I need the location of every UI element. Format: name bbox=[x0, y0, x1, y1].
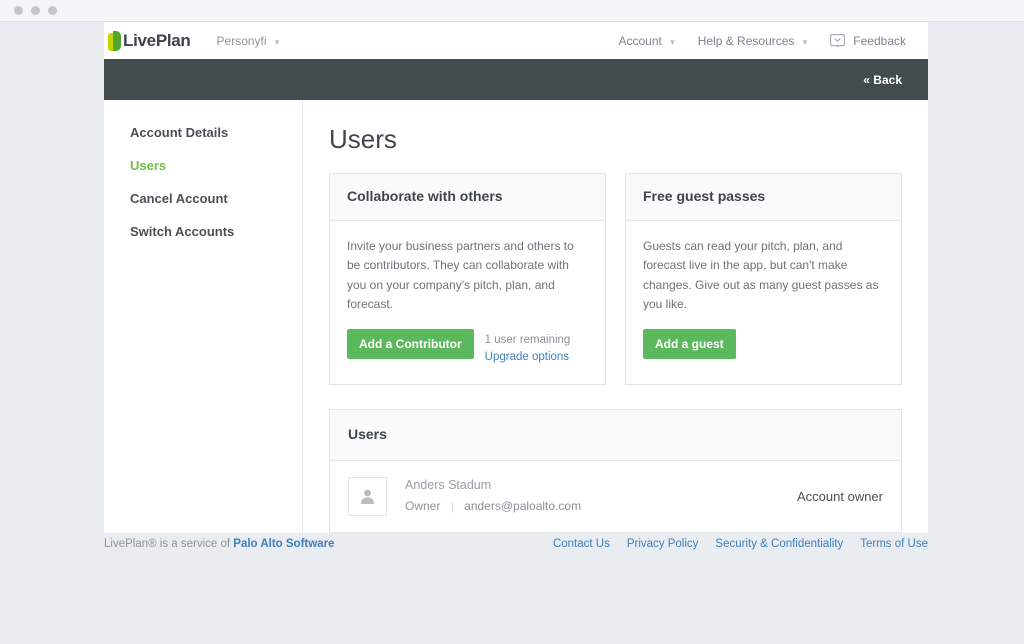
users-panel-title: Users bbox=[348, 426, 387, 443]
meta-separator: | bbox=[450, 499, 454, 514]
user-info: Anders Stadum Owner | anders@paloalto.co… bbox=[405, 478, 581, 515]
footer-company-link[interactable]: Palo Alto Software bbox=[233, 538, 334, 550]
app-container: LivePlan Personyfi ▾ Account ▾ Help & Re… bbox=[104, 22, 928, 534]
back-button[interactable]: « Back bbox=[863, 73, 902, 87]
app-body: Account Details Users Cancel Account Swi… bbox=[104, 100, 928, 534]
sidebar-item-account-details[interactable]: Account Details bbox=[130, 125, 302, 140]
sidebar-navigation: Account Details Users Cancel Account Swi… bbox=[104, 100, 303, 534]
users-panel: Users Anders Stadum Owner | anders@paloa… bbox=[329, 409, 902, 534]
account-switcher-label: Personyfi bbox=[216, 33, 267, 48]
seats-remaining-block: 1 user remaining Upgrade options bbox=[485, 329, 571, 367]
top-navigation-bar: LivePlan Personyfi ▾ Account ▾ Help & Re… bbox=[104, 22, 928, 59]
footer-attribution: LivePlan® is a service of Palo Alto Soft… bbox=[104, 538, 334, 550]
card-body: Invite your business partners and others… bbox=[330, 221, 605, 384]
account-switcher[interactable]: Personyfi ▾ bbox=[217, 34, 280, 48]
window-close-dot[interactable] bbox=[14, 6, 23, 15]
chevron-down-icon: ▾ bbox=[274, 36, 280, 47]
footer-link-contact-us[interactable]: Contact Us bbox=[553, 538, 610, 550]
liveplan-leaf-icon bbox=[108, 30, 121, 51]
upgrade-options-link[interactable]: Upgrade options bbox=[485, 349, 571, 366]
nav-item-account[interactable]: Account ▾ bbox=[618, 34, 674, 48]
card-header: Collaborate with others bbox=[330, 174, 605, 221]
top-navigation-links: Account ▾ Help & Resources ▾ Feedback bbox=[618, 34, 906, 48]
user-role-label: Owner bbox=[405, 499, 441, 514]
footer-attribution-prefix: LivePlan® is a service of bbox=[104, 538, 234, 550]
secondary-dark-bar: « Back bbox=[104, 59, 928, 100]
sidebar-item-users[interactable]: Users bbox=[130, 158, 302, 173]
brand-name: LivePlan bbox=[123, 30, 191, 50]
page-footer: LivePlan® is a service of Palo Alto Soft… bbox=[104, 522, 928, 566]
footer-link-privacy-policy[interactable]: Privacy Policy bbox=[627, 538, 699, 550]
footer-links: Contact Us Privacy Policy Security & Con… bbox=[553, 538, 928, 550]
nav-item-help-resources[interactable]: Help & Resources ▾ bbox=[698, 34, 808, 48]
sidebar-item-cancel-account[interactable]: Cancel Account bbox=[130, 191, 302, 206]
chevron-down-icon: ▾ bbox=[802, 36, 808, 47]
nav-item-feedback[interactable]: Feedback bbox=[830, 34, 906, 48]
card-description: Invite your business partners and others… bbox=[347, 239, 574, 312]
nav-item-help-resources-label: Help & Resources bbox=[697, 33, 795, 48]
status-badge: Account owner bbox=[797, 489, 883, 505]
card-actions: Add a guest bbox=[643, 328, 884, 359]
users-panel-header: Users bbox=[330, 410, 901, 462]
card-description: Guests can read your pitch, plan, and fo… bbox=[643, 239, 879, 312]
sidebar-item-switch-accounts[interactable]: Switch Accounts bbox=[130, 224, 302, 239]
window-maximize-dot[interactable] bbox=[48, 6, 57, 15]
brand-logo[interactable]: LivePlan bbox=[104, 30, 191, 51]
card-header: Free guest passes bbox=[626, 174, 901, 221]
nav-item-feedback-label: Feedback bbox=[853, 33, 906, 48]
footer-link-security-confidentiality[interactable]: Security & Confidentiality bbox=[715, 538, 843, 550]
card-free-guest-passes: Free guest passes Guests can read your p… bbox=[625, 173, 902, 386]
card-title: Free guest passes bbox=[643, 188, 766, 204]
window-titlebar bbox=[0, 0, 1024, 22]
nav-item-account-label: Account bbox=[618, 33, 662, 48]
users-remaining-text: 1 user remaining bbox=[484, 333, 571, 346]
add-contributor-button[interactable]: Add a Contributor bbox=[347, 328, 474, 359]
user-meta: Owner | anders@paloalto.com bbox=[405, 499, 581, 513]
main-content: Users Collaborate with others Invite you… bbox=[303, 100, 928, 534]
window-minimize-dot[interactable] bbox=[31, 6, 40, 15]
chevron-down-icon: ▾ bbox=[670, 36, 675, 47]
card-actions: Add a Contributor 1 user remaining Upgra… bbox=[347, 328, 588, 367]
card-collaborate-with-others: Collaborate with others Invite your busi… bbox=[329, 173, 606, 386]
user-email: anders@paloalto.com bbox=[464, 499, 582, 514]
cards-row: Collaborate with others Invite your busi… bbox=[329, 173, 902, 386]
card-body: Guests can read your pitch, plan, and fo… bbox=[626, 221, 901, 377]
avatar bbox=[348, 477, 387, 517]
card-title: Collaborate with others bbox=[347, 188, 503, 204]
speech-bubble-icon bbox=[830, 33, 846, 48]
user-name: Anders Stadum bbox=[405, 478, 492, 493]
page-title: Users bbox=[329, 124, 397, 154]
footer-link-terms-of-use[interactable]: Terms of Use bbox=[860, 538, 928, 550]
add-guest-button[interactable]: Add a guest bbox=[643, 328, 736, 359]
